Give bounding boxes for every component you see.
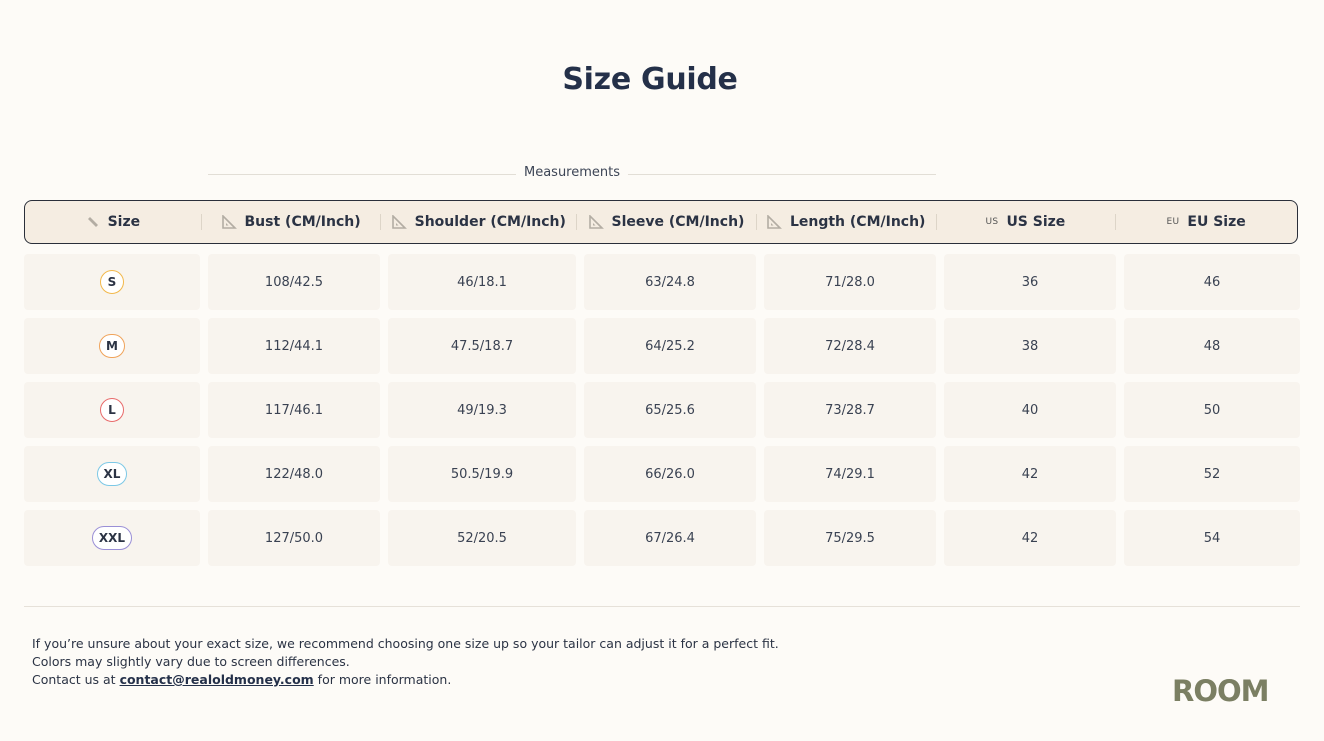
header-shoulder-label: Shoulder (CM/Inch) <box>414 214 566 230</box>
header-us-label: US Size <box>1006 214 1066 230</box>
eu-size-cell: 46 <box>1124 254 1300 310</box>
measurements-group-label: Measurements <box>208 164 936 184</box>
header-sleeve: Sleeve (CM/Inch) <box>576 201 756 243</box>
size-table-body: S 108/42.5 46/18.1 63/24.8 71/28.0 36 46… <box>24 254 1300 574</box>
header-us-size: US US Size <box>935 201 1116 243</box>
us-size-cell: 38 <box>944 318 1116 374</box>
set-square-icon <box>391 215 407 229</box>
shoulder-cell: 50.5/19.9 <box>388 446 576 502</box>
bust-cell: 127/50.0 <box>208 510 380 566</box>
eu-size-cell: 50 <box>1124 382 1300 438</box>
contact-email-link[interactable]: contact@realoldmoney.com <box>120 672 314 687</box>
sleeve-cell: 65/25.6 <box>584 382 756 438</box>
size-badge: L <box>100 398 124 422</box>
table-row: L 117/46.1 49/19.3 65/25.6 73/28.7 40 50 <box>24 382 1300 438</box>
footer-line-2: Colors may slightly vary due to screen d… <box>32 654 350 669</box>
sleeve-cell: 66/26.0 <box>584 446 756 502</box>
eu-tag: EU <box>1166 217 1180 227</box>
page-title: Size Guide <box>562 62 738 97</box>
size-cell: M <box>24 318 200 374</box>
header-bust: Bust (CM/Inch) <box>200 201 381 243</box>
header-length-label: Length (CM/Inch) <box>789 214 926 230</box>
size-badge: XXL <box>91 526 133 550</box>
table-row: S 108/42.5 46/18.1 63/24.8 71/28.0 36 46 <box>24 254 1300 310</box>
sleeve-cell: 63/24.8 <box>584 254 756 310</box>
header-eu-size: EU EU Size <box>1115 201 1297 243</box>
us-tag: US <box>985 217 999 227</box>
size-cell: XXL <box>24 510 200 566</box>
size-cell: XL <box>24 446 200 502</box>
shoulder-cell: 46/18.1 <box>388 254 576 310</box>
us-size-cell: 36 <box>944 254 1116 310</box>
set-square-icon <box>766 215 782 229</box>
header-length: Length (CM/Inch) <box>755 201 936 243</box>
bust-cell: 108/42.5 <box>208 254 380 310</box>
size-badge: M <box>99 334 125 358</box>
eu-size-cell: 48 <box>1124 318 1300 374</box>
table-row: M 112/44.1 47.5/18.7 64/25.2 72/28.4 38 … <box>24 318 1300 374</box>
length-cell: 73/28.7 <box>764 382 936 438</box>
size-cell: S <box>24 254 200 310</box>
header-sleeve-label: Sleeve (CM/Inch) <box>611 214 745 230</box>
table-row: XL 122/48.0 50.5/19.9 66/26.0 74/29.1 42… <box>24 446 1300 502</box>
length-cell: 74/29.1 <box>764 446 936 502</box>
contact-suffix: for more information. <box>313 672 452 687</box>
sleeve-cell: 64/25.2 <box>584 318 756 374</box>
header-size: Size <box>25 201 201 243</box>
length-cell: 72/28.4 <box>764 318 936 374</box>
header-shoulder: Shoulder (CM/Inch) <box>380 201 576 243</box>
set-square-icon <box>221 215 237 229</box>
eu-size-cell: 54 <box>1124 510 1300 566</box>
header-bust-label: Bust (CM/Inch) <box>244 214 361 230</box>
shoulder-cell: 52/20.5 <box>388 510 576 566</box>
size-badge: S <box>100 270 124 294</box>
footer-notes: If you’re unsure about your exact size, … <box>32 635 779 689</box>
size-table-header: Size Bust (CM/Inch) Shoulder (CM/Inch) S… <box>24 200 1298 244</box>
brand-logo-text: ROOM <box>1172 674 1269 706</box>
length-cell: 71/28.0 <box>764 254 936 310</box>
measurements-label: Measurements <box>515 165 629 180</box>
shoulder-cell: 49/19.3 <box>388 382 576 438</box>
table-row: XXL 127/50.0 52/20.5 67/26.4 75/29.5 42 … <box>24 510 1300 566</box>
bust-cell: 117/46.1 <box>208 382 380 438</box>
eu-size-cell: 52 <box>1124 446 1300 502</box>
shoulder-cell: 47.5/18.7 <box>388 318 576 374</box>
contact-prefix: Contact us at <box>32 672 120 687</box>
footer-line-3: Contact us at contact@realoldmoney.com f… <box>32 671 779 689</box>
size-cell: L <box>24 382 200 438</box>
footer-divider <box>24 606 1300 607</box>
bust-cell: 112/44.1 <box>208 318 380 374</box>
set-square-icon <box>588 215 604 229</box>
bust-cell: 122/48.0 <box>208 446 380 502</box>
us-size-cell: 42 <box>944 510 1116 566</box>
header-eu-label: EU Size <box>1187 214 1246 230</box>
sleeve-cell: 67/26.4 <box>584 510 756 566</box>
footer-line-1: If you’re unsure about your exact size, … <box>32 636 779 651</box>
length-cell: 75/29.5 <box>764 510 936 566</box>
header-size-label: Size <box>107 214 141 230</box>
us-size-cell: 42 <box>944 446 1116 502</box>
brand-logo: ROOM <box>1172 674 1272 708</box>
ruler-icon <box>86 215 100 229</box>
size-badge: XL <box>96 462 128 486</box>
us-size-cell: 40 <box>944 382 1116 438</box>
